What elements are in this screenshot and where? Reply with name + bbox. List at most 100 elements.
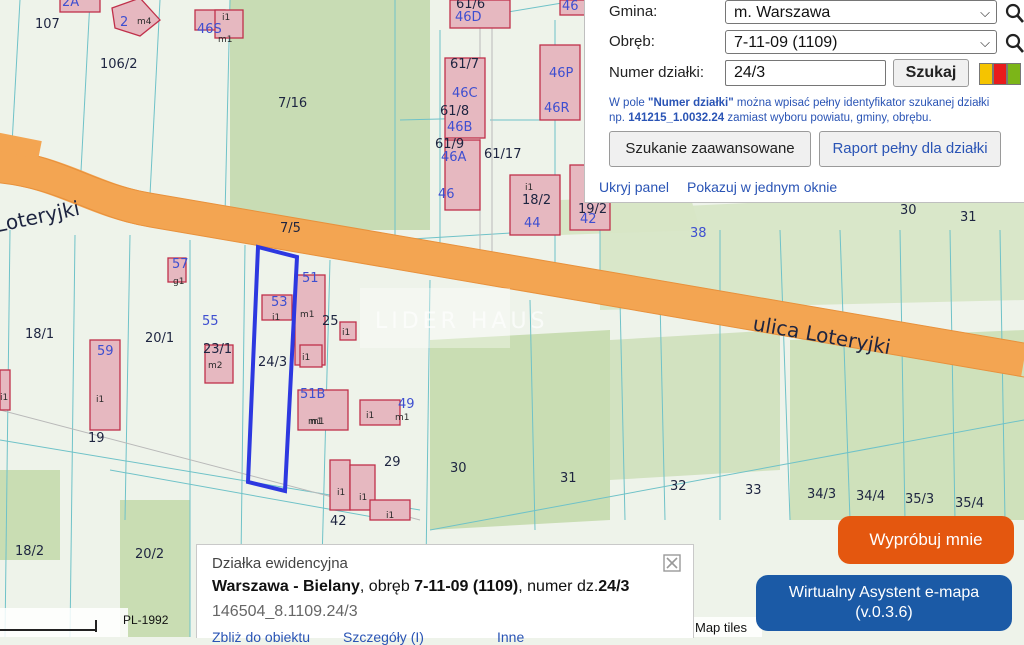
virtual-assistant-button[interactable]: Wirtualny Asystent e-mapa (v.0.3.6) bbox=[756, 575, 1012, 631]
single-window-link[interactable]: Pokazuj w jednym oknie bbox=[687, 179, 837, 195]
parcel-label: 61/17 bbox=[484, 147, 521, 162]
building-type: m1 bbox=[300, 310, 315, 320]
building-number: 42 bbox=[580, 212, 597, 227]
search-button[interactable]: Szukaj bbox=[893, 59, 969, 87]
building-type: i1 bbox=[0, 393, 8, 403]
crs-label: PL-1992 bbox=[123, 613, 169, 627]
close-icon[interactable] bbox=[662, 553, 682, 573]
search-icon[interactable] bbox=[1005, 32, 1024, 54]
building-type: m2 bbox=[208, 361, 223, 371]
building-type: m1 bbox=[308, 417, 323, 427]
parcel-label: 107 bbox=[35, 17, 60, 32]
search-hint: W pole "Numer działki" można wpisać pełn… bbox=[609, 97, 990, 124]
building-number: 46 bbox=[438, 187, 455, 202]
building-number: 46B bbox=[447, 120, 472, 135]
parcel-label: 18/2 bbox=[15, 544, 44, 559]
color-swatch-green[interactable] bbox=[1007, 63, 1021, 85]
building-type: m1 bbox=[395, 413, 410, 423]
building-type: i1 bbox=[96, 395, 104, 405]
parcel-label: 42 bbox=[330, 514, 347, 529]
parcel-label: 106/2 bbox=[100, 57, 137, 72]
parcel-label: 34/3 bbox=[807, 487, 836, 502]
building-type: i1 bbox=[222, 13, 230, 23]
building-type: m1 bbox=[218, 35, 233, 45]
building-number: 55 bbox=[202, 314, 219, 329]
parcel-label: 23/1 bbox=[203, 342, 232, 357]
parcel-label: 25 bbox=[322, 314, 339, 329]
gmina-select-value: m. Warszawa bbox=[734, 4, 831, 21]
building-number: 49 bbox=[398, 397, 415, 412]
obreb-label: Obręb: bbox=[609, 33, 655, 50]
building-number: 46A bbox=[441, 150, 467, 165]
building-type: i1 bbox=[342, 328, 350, 338]
parcel-label: 61/7 bbox=[450, 57, 479, 72]
popup-parcel-description: Warszawa - Bielany, obręb 7-11-09 (1109)… bbox=[212, 578, 630, 595]
building-number: 53 bbox=[271, 295, 288, 310]
color-swatch-yellow[interactable] bbox=[979, 63, 993, 85]
parcel-label: 33 bbox=[745, 483, 762, 498]
parcel-label: 31 bbox=[560, 471, 577, 486]
parcel-label: 19 bbox=[88, 431, 105, 446]
other-link[interactable]: Inne bbox=[497, 629, 524, 645]
building-number: 2A bbox=[62, 0, 79, 10]
chevron-down-icon: ⌵ bbox=[980, 35, 990, 50]
search-panel: Gmina: m. Warszawa ⌵ Obręb: 7-11-09 (110… bbox=[584, 0, 1024, 203]
try-me-button[interactable]: Wypróbuj mnie bbox=[838, 516, 1014, 564]
assistant-title: Wirtualny Asystent e-mapa bbox=[788, 584, 980, 601]
building-number: 57 bbox=[172, 257, 189, 272]
building-type: i1 bbox=[525, 183, 533, 193]
parcel-label: 7/16 bbox=[278, 96, 307, 111]
building-number: 44 bbox=[524, 216, 541, 231]
parcel-label: 18/2 bbox=[522, 193, 551, 208]
parcel-label: 32 bbox=[670, 479, 687, 494]
parcel-label: 30 bbox=[900, 203, 917, 218]
building-type: i1 bbox=[359, 493, 367, 503]
zoom-to-object-link[interactable]: Zbliż do obiektu bbox=[212, 629, 310, 645]
parcel-label: 61/8 bbox=[440, 104, 469, 119]
building-number: 59 bbox=[97, 344, 114, 359]
numer-label: Numer działki: bbox=[609, 64, 705, 81]
building-type: i1 bbox=[337, 488, 345, 498]
parcel-number-input[interactable]: 24/3 bbox=[725, 60, 886, 86]
building-number: 2 bbox=[120, 15, 128, 30]
building-number: 46 bbox=[562, 0, 579, 14]
parcel-label: 35/3 bbox=[905, 492, 934, 507]
parcel-label: 35/4 bbox=[955, 496, 984, 511]
chevron-down-icon: ⌵ bbox=[980, 5, 990, 20]
building-number: 46C bbox=[452, 86, 478, 101]
building-number: 46D bbox=[455, 10, 482, 25]
obreb-select-value: 7-11-09 (1109) bbox=[734, 34, 838, 51]
parcel-label: 31 bbox=[960, 210, 977, 225]
building-number: 46R bbox=[544, 101, 570, 116]
parcel-info-popup: Działka ewidencyjna Warszawa - Bielany, … bbox=[196, 544, 694, 645]
popup-parcel-id: 146504_8.1109.24/3 bbox=[212, 603, 358, 620]
watermark-text: LIDER HAUS bbox=[375, 309, 549, 334]
parcel-number-value: 24/3 bbox=[734, 64, 766, 81]
building-number: 46P bbox=[549, 66, 574, 81]
full-report-button[interactable]: Raport pełny dla działki bbox=[819, 131, 1001, 167]
assistant-version: (v.0.3.6) bbox=[855, 604, 913, 621]
advanced-search-button[interactable]: Szukanie zaawansowane bbox=[609, 131, 811, 167]
parcel-label: 20/1 bbox=[145, 331, 174, 346]
details-link[interactable]: Szczegóły (I) bbox=[343, 629, 424, 645]
parcel-label: 34/4 bbox=[856, 489, 885, 504]
parcel-label-selected: 24/3 bbox=[258, 355, 287, 370]
building-number: 51B bbox=[300, 387, 325, 402]
search-icon[interactable] bbox=[1005, 2, 1024, 24]
map-tiles-label: Map tiles bbox=[695, 620, 748, 635]
color-swatch-red[interactable] bbox=[993, 63, 1007, 85]
building-type: i1 bbox=[272, 313, 280, 323]
building-number: 38 bbox=[690, 226, 707, 241]
parcel-label: 7/5 bbox=[280, 221, 301, 236]
parcel-label: 29 bbox=[384, 455, 401, 470]
gmina-select[interactable]: m. Warszawa ⌵ bbox=[725, 0, 997, 24]
popup-title: Działka ewidencyjna bbox=[212, 555, 348, 572]
parcel-label: 30 bbox=[450, 461, 467, 476]
parcel-label: 18/1 bbox=[25, 327, 54, 342]
hide-panel-link[interactable]: Ukryj panel bbox=[599, 179, 669, 195]
gmina-label: Gmina: bbox=[609, 3, 658, 20]
building-number: 51 bbox=[302, 271, 319, 286]
parcel-label: 20/2 bbox=[135, 547, 164, 562]
obreb-select[interactable]: 7-11-09 (1109) ⌵ bbox=[725, 30, 997, 54]
building-type: i1 bbox=[366, 411, 374, 421]
